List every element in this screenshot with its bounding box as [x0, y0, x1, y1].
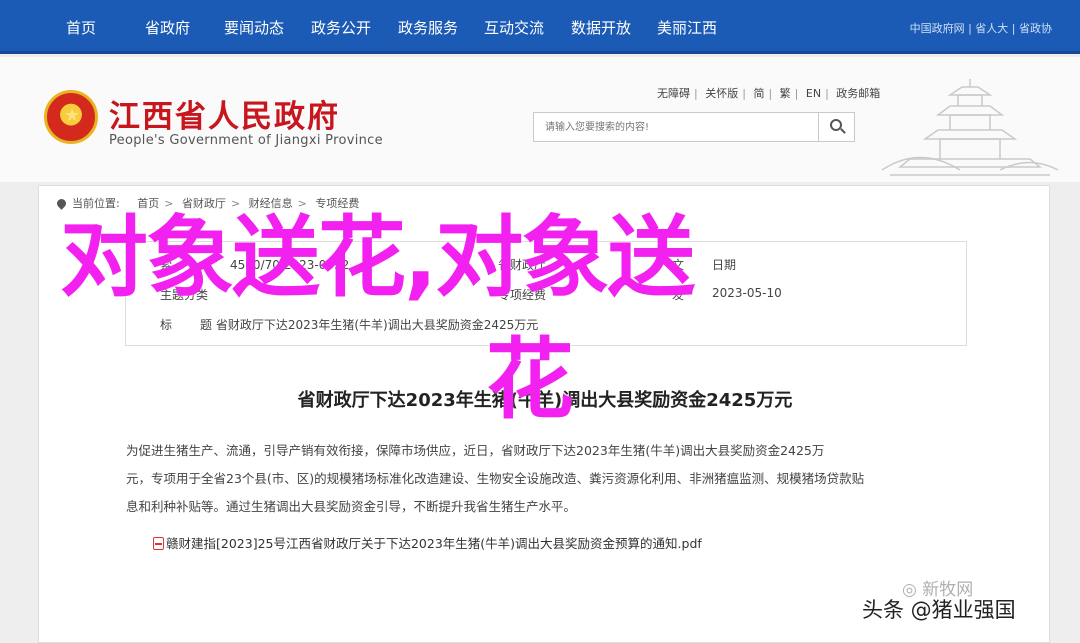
info-row-title: 标	[160, 318, 173, 332]
link-cppcc[interactable]: 省政协	[1019, 22, 1052, 35]
site-title[interactable]: 江西省人民政府	[109, 91, 340, 136]
attachment-link[interactable]: 赣财建指[2023]25号江西省财政厅关于下达2023年生猪(牛羊)调出大县奖励…	[153, 533, 702, 552]
search-input[interactable]	[534, 113, 818, 141]
link-provincial-congress[interactable]: 省人大	[975, 22, 1008, 35]
overlay-text-line-2: 花	[486, 328, 574, 431]
site-header: 江西省人民政府 People's Government of Jiangxi P…	[0, 57, 1080, 182]
article-paragraph-line-1: 为促进生猪生产、流通，引导产销有效衔接，保障市场供应，近日，省财政厅下达2023…	[126, 443, 825, 458]
link-accessibility[interactable]: 无障碍	[657, 87, 690, 100]
attachment-filename[interactable]: 赣财建指[2023]25号江西省财政厅关于下达2023年生猪(牛羊)调出大县奖励…	[166, 536, 702, 551]
nav-item-province-gov[interactable]: 省政府	[145, 17, 190, 38]
nav-item-open-data[interactable]: 数据开放	[571, 17, 631, 38]
link-english[interactable]: EN	[806, 87, 821, 100]
link-simplified[interactable]: 简	[753, 87, 764, 100]
top-nav-bar: 首页 省政府 要闻动态 政务公开 政务服务 互动交流 数据开放 美丽江西 中国政…	[0, 0, 1080, 54]
pagoda-illustration	[881, 79, 1059, 176]
overlay-text-line-1: 对象送花,对象送	[60, 206, 695, 309]
link-china-gov[interactable]: 中国政府网	[910, 22, 965, 35]
nav-item-home[interactable]: 首页	[66, 17, 96, 38]
nav-item-beautiful-jiangxi[interactable]: 美丽江西	[657, 17, 717, 38]
info-side-value-2: 2023-05-10	[712, 286, 782, 300]
nav-item-services[interactable]: 政务服务	[398, 17, 458, 38]
link-traditional[interactable]: 繁	[780, 87, 791, 100]
search-button[interactable]	[818, 113, 854, 141]
national-emblem-icon	[44, 90, 98, 144]
gov-links: 中国政府网 | 省人大 | 省政协	[909, 22, 1052, 35]
nav-item-open-gov[interactable]: 政务公开	[311, 17, 371, 38]
info-side-value-1: 日期	[712, 258, 737, 272]
site-subtitle: People's Government of Jiangxi Province	[109, 133, 383, 148]
article-paragraph-line-2: 元，专项用于全省23个县(市、区)的规模猪场标准化改造建设、生物安全设施改造、粪…	[126, 471, 865, 486]
search-box	[533, 112, 855, 142]
toutiao-watermark: 头条 @猪业强国	[862, 598, 1016, 622]
nav-item-news[interactable]: 要闻动态	[224, 17, 284, 38]
pdf-icon	[153, 537, 164, 550]
link-care-mode[interactable]: 关怀版	[705, 87, 738, 100]
nav-item-interaction[interactable]: 互动交流	[484, 17, 544, 38]
article-paragraph-line-3: 息和利种补贴等。通过生猪调出大县奖励资金引导，不断提升我省生猪生产水平。	[126, 499, 577, 514]
utility-links: 无障碍 | 关怀版 | 简 | 繁 | EN | 政务邮箱	[657, 87, 881, 100]
link-gov-mailbox[interactable]: 政务邮箱	[836, 87, 880, 100]
